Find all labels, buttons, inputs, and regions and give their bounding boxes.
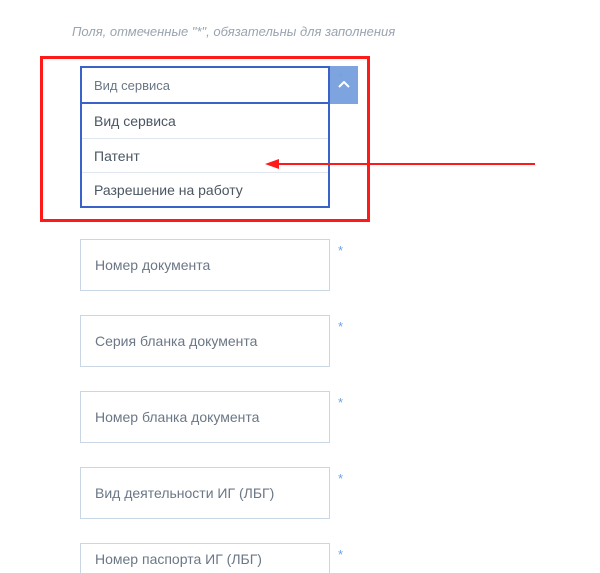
document-blank-number-input[interactable]: Номер бланка документа bbox=[80, 391, 330, 443]
activity-type-input[interactable]: Вид деятельности ИГ (ЛБГ) bbox=[80, 467, 330, 519]
document-blank-number-row: Номер бланка документа * bbox=[80, 391, 600, 443]
required-fields-helper: Поля, отмеченные "*", обязательны для за… bbox=[72, 24, 600, 39]
form-container: Поля, отмеченные "*", обязательны для за… bbox=[0, 0, 600, 573]
dropdown-option[interactable]: Разрешение на работу bbox=[82, 172, 328, 206]
activity-type-row: Вид деятельности ИГ (ЛБГ) * bbox=[80, 467, 600, 519]
document-number-row: Номер документа * bbox=[80, 239, 600, 291]
dropdown-toggle[interactable] bbox=[330, 66, 358, 104]
dropdown-options-list: Вид сервиса Патент Разрешение на работу bbox=[80, 104, 330, 208]
required-star: * bbox=[338, 243, 343, 258]
field-placeholder: Номер паспорта ИГ (ЛБГ) bbox=[95, 551, 262, 567]
dropdown-selected-label: Вид сервиса bbox=[94, 78, 170, 93]
required-star: * bbox=[338, 395, 343, 410]
required-star: * bbox=[338, 471, 343, 486]
field-placeholder: Серия бланка документа bbox=[95, 333, 257, 349]
dropdown-option[interactable]: Вид сервиса bbox=[82, 104, 328, 138]
required-star: * bbox=[338, 547, 343, 562]
passport-number-row: Номер паспорта ИГ (ЛБГ) * bbox=[80, 543, 600, 573]
required-star: * bbox=[338, 70, 343, 85]
service-type-dropdown[interactable]: Вид сервиса * Вид сервиса Патент Разреше… bbox=[80, 66, 330, 208]
document-blank-series-input[interactable]: Серия бланка документа bbox=[80, 315, 330, 367]
required-star: * bbox=[338, 319, 343, 334]
dropdown-display[interactable]: Вид сервиса bbox=[80, 66, 330, 104]
field-placeholder: Вид деятельности ИГ (ЛБГ) bbox=[95, 485, 274, 501]
field-placeholder: Номер бланка документа bbox=[95, 409, 259, 425]
document-blank-series-row: Серия бланка документа * bbox=[80, 315, 600, 367]
document-number-input[interactable]: Номер документа bbox=[80, 239, 330, 291]
field-placeholder: Номер документа bbox=[95, 257, 210, 273]
passport-number-input[interactable]: Номер паспорта ИГ (ЛБГ) bbox=[80, 543, 330, 573]
dropdown-option[interactable]: Патент bbox=[82, 138, 328, 172]
